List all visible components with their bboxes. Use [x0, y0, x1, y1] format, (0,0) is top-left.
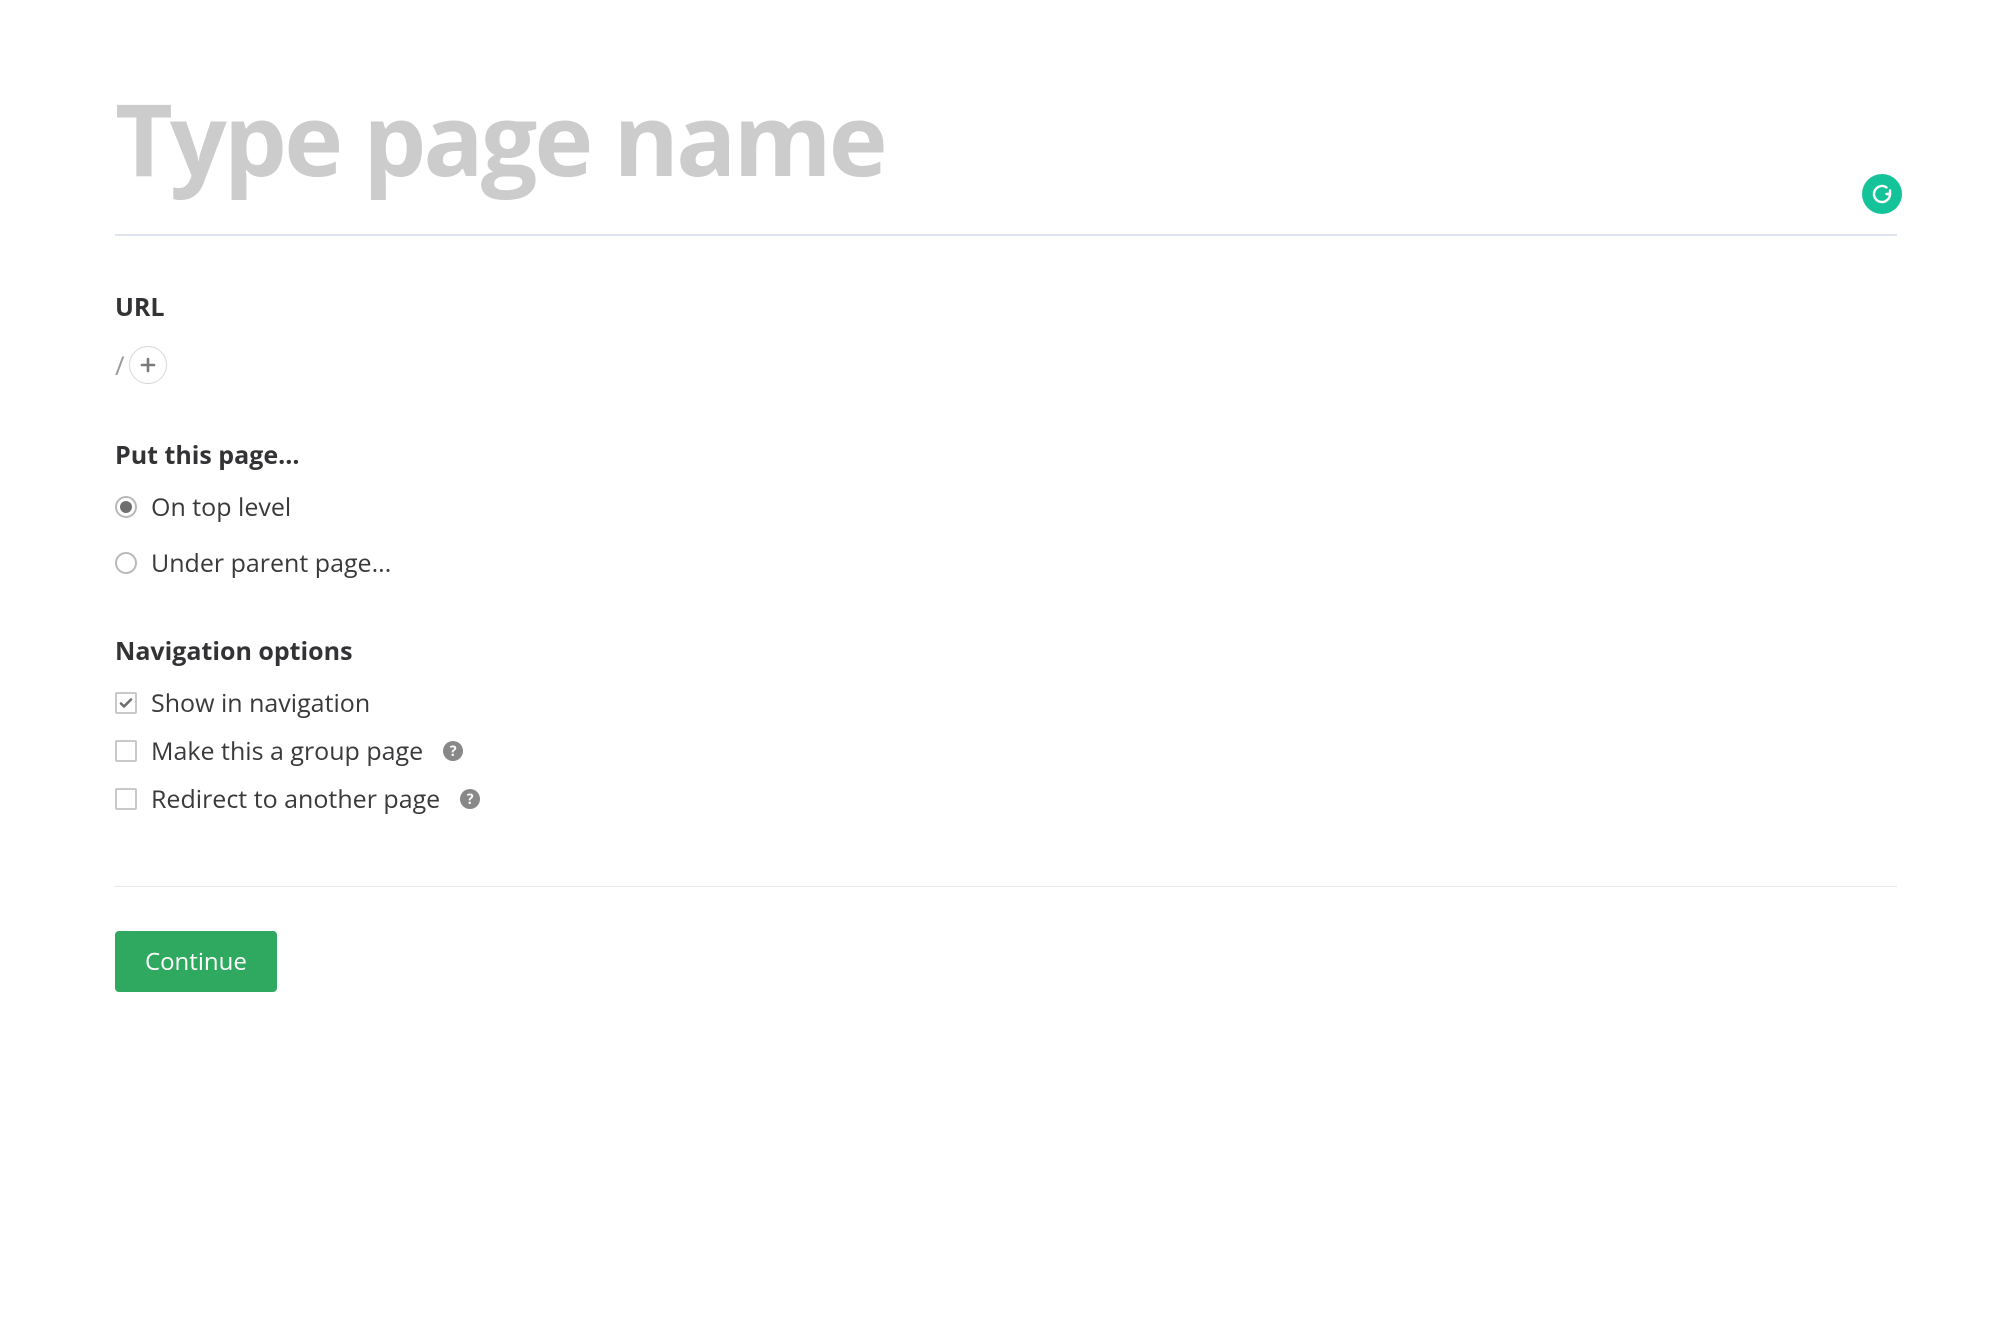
nav-option-redirect[interactable]: Redirect to another page ? [115, 782, 1897, 816]
check-icon [118, 695, 134, 711]
page-title-row [115, 70, 1897, 236]
url-label: URL [115, 290, 1897, 324]
help-icon[interactable]: ? [443, 741, 463, 761]
placement-option-label: On top level [151, 490, 291, 524]
continue-button[interactable]: Continue [115, 931, 277, 992]
placement-option-top-level[interactable]: On top level [115, 490, 1897, 524]
url-prefix: / [115, 347, 125, 383]
nav-option-label: Make this a group page [151, 734, 423, 768]
nav-option-label: Redirect to another page [151, 782, 440, 816]
help-icon[interactable]: ? [460, 789, 480, 809]
placement-label: Put this page... [115, 438, 1897, 472]
url-section: URL / [115, 290, 1897, 384]
plus-icon [140, 357, 156, 373]
navigation-label: Navigation options [115, 634, 1897, 668]
divider [115, 886, 1897, 887]
grammarly-icon[interactable] [1862, 174, 1902, 214]
placement-option-under-parent[interactable]: Under parent page... [115, 546, 1897, 580]
checkbox-group-page[interactable] [115, 740, 137, 762]
navigation-options: Show in navigation Make this a group pag… [115, 686, 1897, 816]
placement-section: Put this page... On top level Under pare… [115, 438, 1897, 580]
placement-options: On top level Under parent page... [115, 490, 1897, 580]
create-page-form: URL / Put this page... On top level Unde… [0, 0, 2012, 992]
radio-under-parent[interactable] [115, 552, 137, 574]
url-row: / [115, 346, 1897, 384]
nav-option-show-in-navigation[interactable]: Show in navigation [115, 686, 1897, 720]
navigation-section: Navigation options Show in navigation Ma… [115, 634, 1897, 816]
checkbox-show-in-navigation[interactable] [115, 692, 137, 714]
nav-option-label: Show in navigation [151, 686, 370, 720]
page-name-input[interactable] [115, 70, 1897, 206]
nav-option-group-page[interactable]: Make this a group page ? [115, 734, 1897, 768]
url-add-button[interactable] [129, 346, 167, 384]
checkbox-redirect[interactable] [115, 788, 137, 810]
radio-top-level[interactable] [115, 496, 137, 518]
placement-option-label: Under parent page... [151, 546, 391, 580]
